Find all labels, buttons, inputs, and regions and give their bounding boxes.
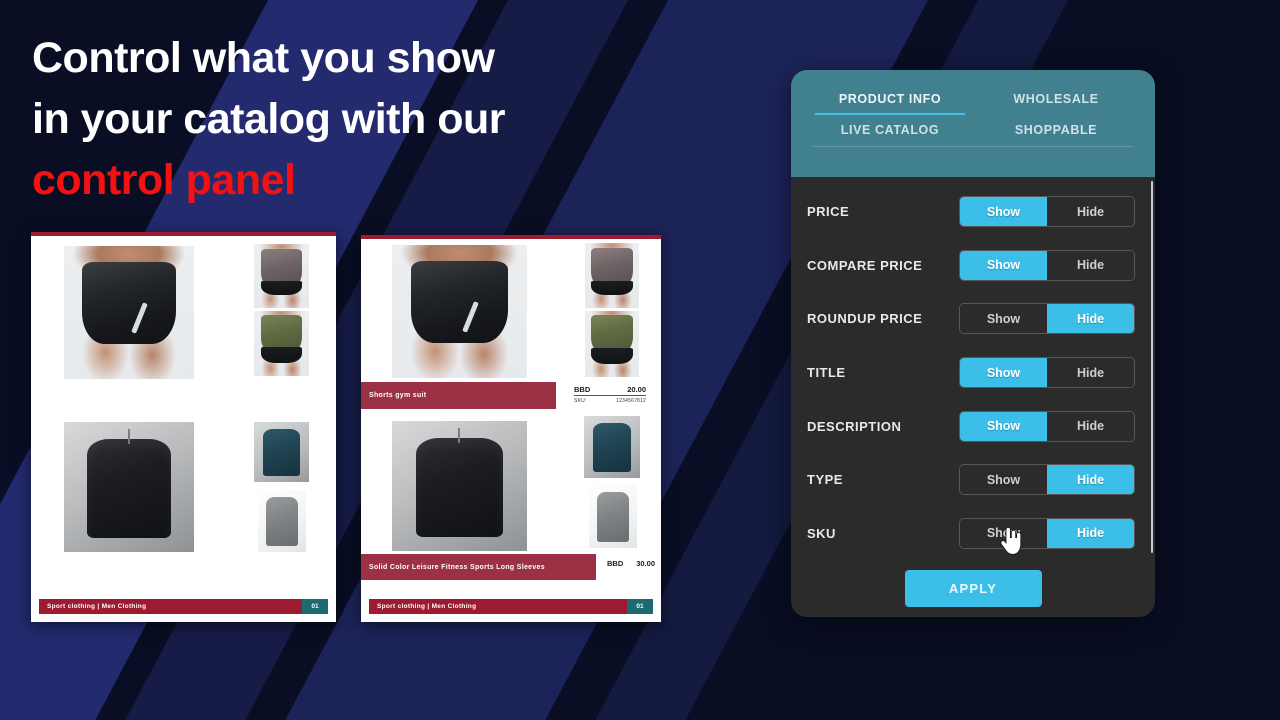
hide-option[interactable]: Hide	[1047, 197, 1134, 227]
product-photo-shorts-black	[64, 246, 194, 379]
product-photo-jacket-black	[392, 421, 527, 551]
show-hide-toggle-compare-price[interactable]: Show Hide	[959, 249, 1135, 281]
headline-line-1: Control what you show	[32, 34, 495, 82]
product-thumb-jacket-teal	[584, 416, 640, 478]
product-title: Solid Color Leisure Fitness Sports Long …	[369, 563, 545, 571]
price-value: 30.00	[636, 559, 655, 568]
setting-label: TITLE	[807, 365, 846, 381]
show-hide-toggle-type[interactable]: Show Hide	[959, 464, 1135, 496]
page-number-badge: 01	[627, 599, 653, 614]
settings-list: PRICE Show Hide COMPARE PRICE Show Hide …	[791, 177, 1155, 559]
show-hide-toggle-roundup-price[interactable]: Show Hide	[959, 303, 1135, 335]
product-price-block-1: BBD 20.00 SKU: 1234567812	[574, 385, 646, 404]
setting-row-description: DESCRIPTION Show Hide	[807, 399, 1135, 453]
sku-value: 1234567812	[616, 398, 646, 404]
show-option[interactable]: Show	[960, 304, 1047, 334]
hide-option[interactable]: Hide	[1047, 250, 1134, 280]
hide-option[interactable]: Hide	[1047, 518, 1134, 548]
show-hide-toggle-sku[interactable]: Show Hide	[959, 517, 1135, 549]
setting-row-price: PRICE Show Hide	[807, 185, 1135, 239]
product-photo-jacket-black	[64, 422, 194, 552]
setting-row-title: TITLE Show Hide	[807, 346, 1135, 400]
show-hide-toggle-price[interactable]: Show Hide	[959, 196, 1135, 228]
panel-tab-bar: PRODUCT INFO WHOLESALE LIVE CATALOG SHOP…	[791, 70, 1155, 177]
price-currency: BBD	[574, 385, 591, 394]
price-currency: BBD	[607, 559, 624, 568]
tab-label: WHOLESALE	[1013, 92, 1099, 106]
tab-row-top: PRODUCT INFO WHOLESALE	[807, 84, 1139, 115]
hide-option[interactable]: Hide	[1047, 358, 1134, 388]
product-title: Shorts gym suit	[369, 392, 427, 399]
show-option[interactable]: Show	[960, 465, 1047, 495]
show-option[interactable]: Show	[960, 518, 1047, 548]
setting-label: DESCRIPTION	[807, 418, 902, 434]
page-number-badge: 01	[302, 599, 328, 614]
show-option[interactable]: Show	[960, 358, 1047, 388]
show-hide-toggle-description[interactable]: Show Hide	[959, 410, 1135, 442]
page-footer-text: Sport clothing | Men Clothing	[377, 603, 477, 610]
show-hide-toggle-title[interactable]: Show Hide	[959, 357, 1135, 389]
apply-button-container: APPLY	[791, 559, 1155, 617]
headline-line-3-accent: control panel	[32, 156, 296, 205]
setting-label: TYPE	[807, 472, 843, 488]
product-thumb-shorts-green	[585, 311, 639, 377]
setting-label: COMPARE PRICE	[807, 257, 923, 273]
show-option[interactable]: Show	[960, 197, 1047, 227]
headline-line-2: in your catalog with our	[32, 95, 505, 144]
tab-row-bottom: LIVE CATALOG SHOPPABLE	[807, 115, 1139, 146]
product-title-bar-1: Shorts gym suit	[361, 382, 556, 409]
product-thumb-jacket-teal	[254, 422, 309, 482]
page-footer-right: Sport clothing | Men Clothing 01	[369, 599, 653, 614]
product-thumb-shorts-gray	[254, 244, 309, 308]
product-price-block-2: BBD 30.00	[607, 559, 655, 569]
tab-wholesale[interactable]: WHOLESALE	[973, 84, 1139, 115]
show-option[interactable]: Show	[960, 411, 1047, 441]
setting-row-roundup-price: ROUNDUP PRICE Show Hide	[807, 292, 1135, 346]
setting-label: PRICE	[807, 204, 850, 220]
price-value: 20.00	[627, 385, 646, 394]
page-footer-text: Sport clothing | Men Clothing	[47, 603, 147, 610]
catalog-page-left: Sport clothing | Men Clothing 01	[31, 232, 336, 622]
product-photo-shorts-black	[392, 245, 527, 378]
product-thumb-jacket-gray	[589, 484, 637, 548]
tab-label: SHOPPABLE	[1014, 123, 1098, 137]
setting-label: SKU	[807, 525, 836, 541]
control-panel: PRODUCT INFO WHOLESALE LIVE CATALOG SHOP…	[791, 70, 1155, 617]
sku-label: SKU:	[574, 398, 587, 404]
setting-row-compare-price: COMPARE PRICE Show Hide	[807, 239, 1135, 293]
hide-option[interactable]: Hide	[1047, 304, 1134, 334]
page-footer-left: Sport clothing | Men Clothing 01	[39, 599, 328, 614]
catalog-page-right: Shorts gym suit BBD 20.00 SKU: 123456781…	[361, 235, 661, 622]
settings-list-wrapper: PRICE Show Hide COMPARE PRICE Show Hide …	[791, 177, 1155, 559]
setting-row-sku: SKU Show Hide	[807, 507, 1135, 561]
product-thumb-shorts-gray	[585, 243, 639, 308]
hide-option[interactable]: Hide	[1047, 411, 1134, 441]
tab-label: LIVE CATALOG	[840, 123, 940, 137]
tab-bottom-divider	[813, 146, 1133, 147]
setting-row-type: TYPE Show Hide	[807, 453, 1135, 507]
apply-button[interactable]: APPLY	[904, 569, 1042, 607]
show-option[interactable]: Show	[960, 250, 1047, 280]
setting-label: ROUNDUP PRICE	[807, 311, 923, 327]
tab-live-catalog[interactable]: LIVE CATALOG	[807, 115, 973, 146]
tab-label: PRODUCT INFO	[838, 92, 942, 106]
hide-option[interactable]: Hide	[1047, 465, 1134, 495]
settings-list-scrollbar[interactable]	[1151, 181, 1153, 553]
tab-shoppable[interactable]: SHOPPABLE	[973, 115, 1139, 146]
product-thumb-jacket-gray	[258, 490, 306, 552]
tab-product-info[interactable]: PRODUCT INFO	[807, 84, 973, 115]
product-thumb-shorts-green	[254, 311, 309, 376]
product-title-bar-2: Solid Color Leisure Fitness Sports Long …	[361, 554, 596, 580]
headline: Control what you show in your catalog wi…	[32, 28, 652, 211]
